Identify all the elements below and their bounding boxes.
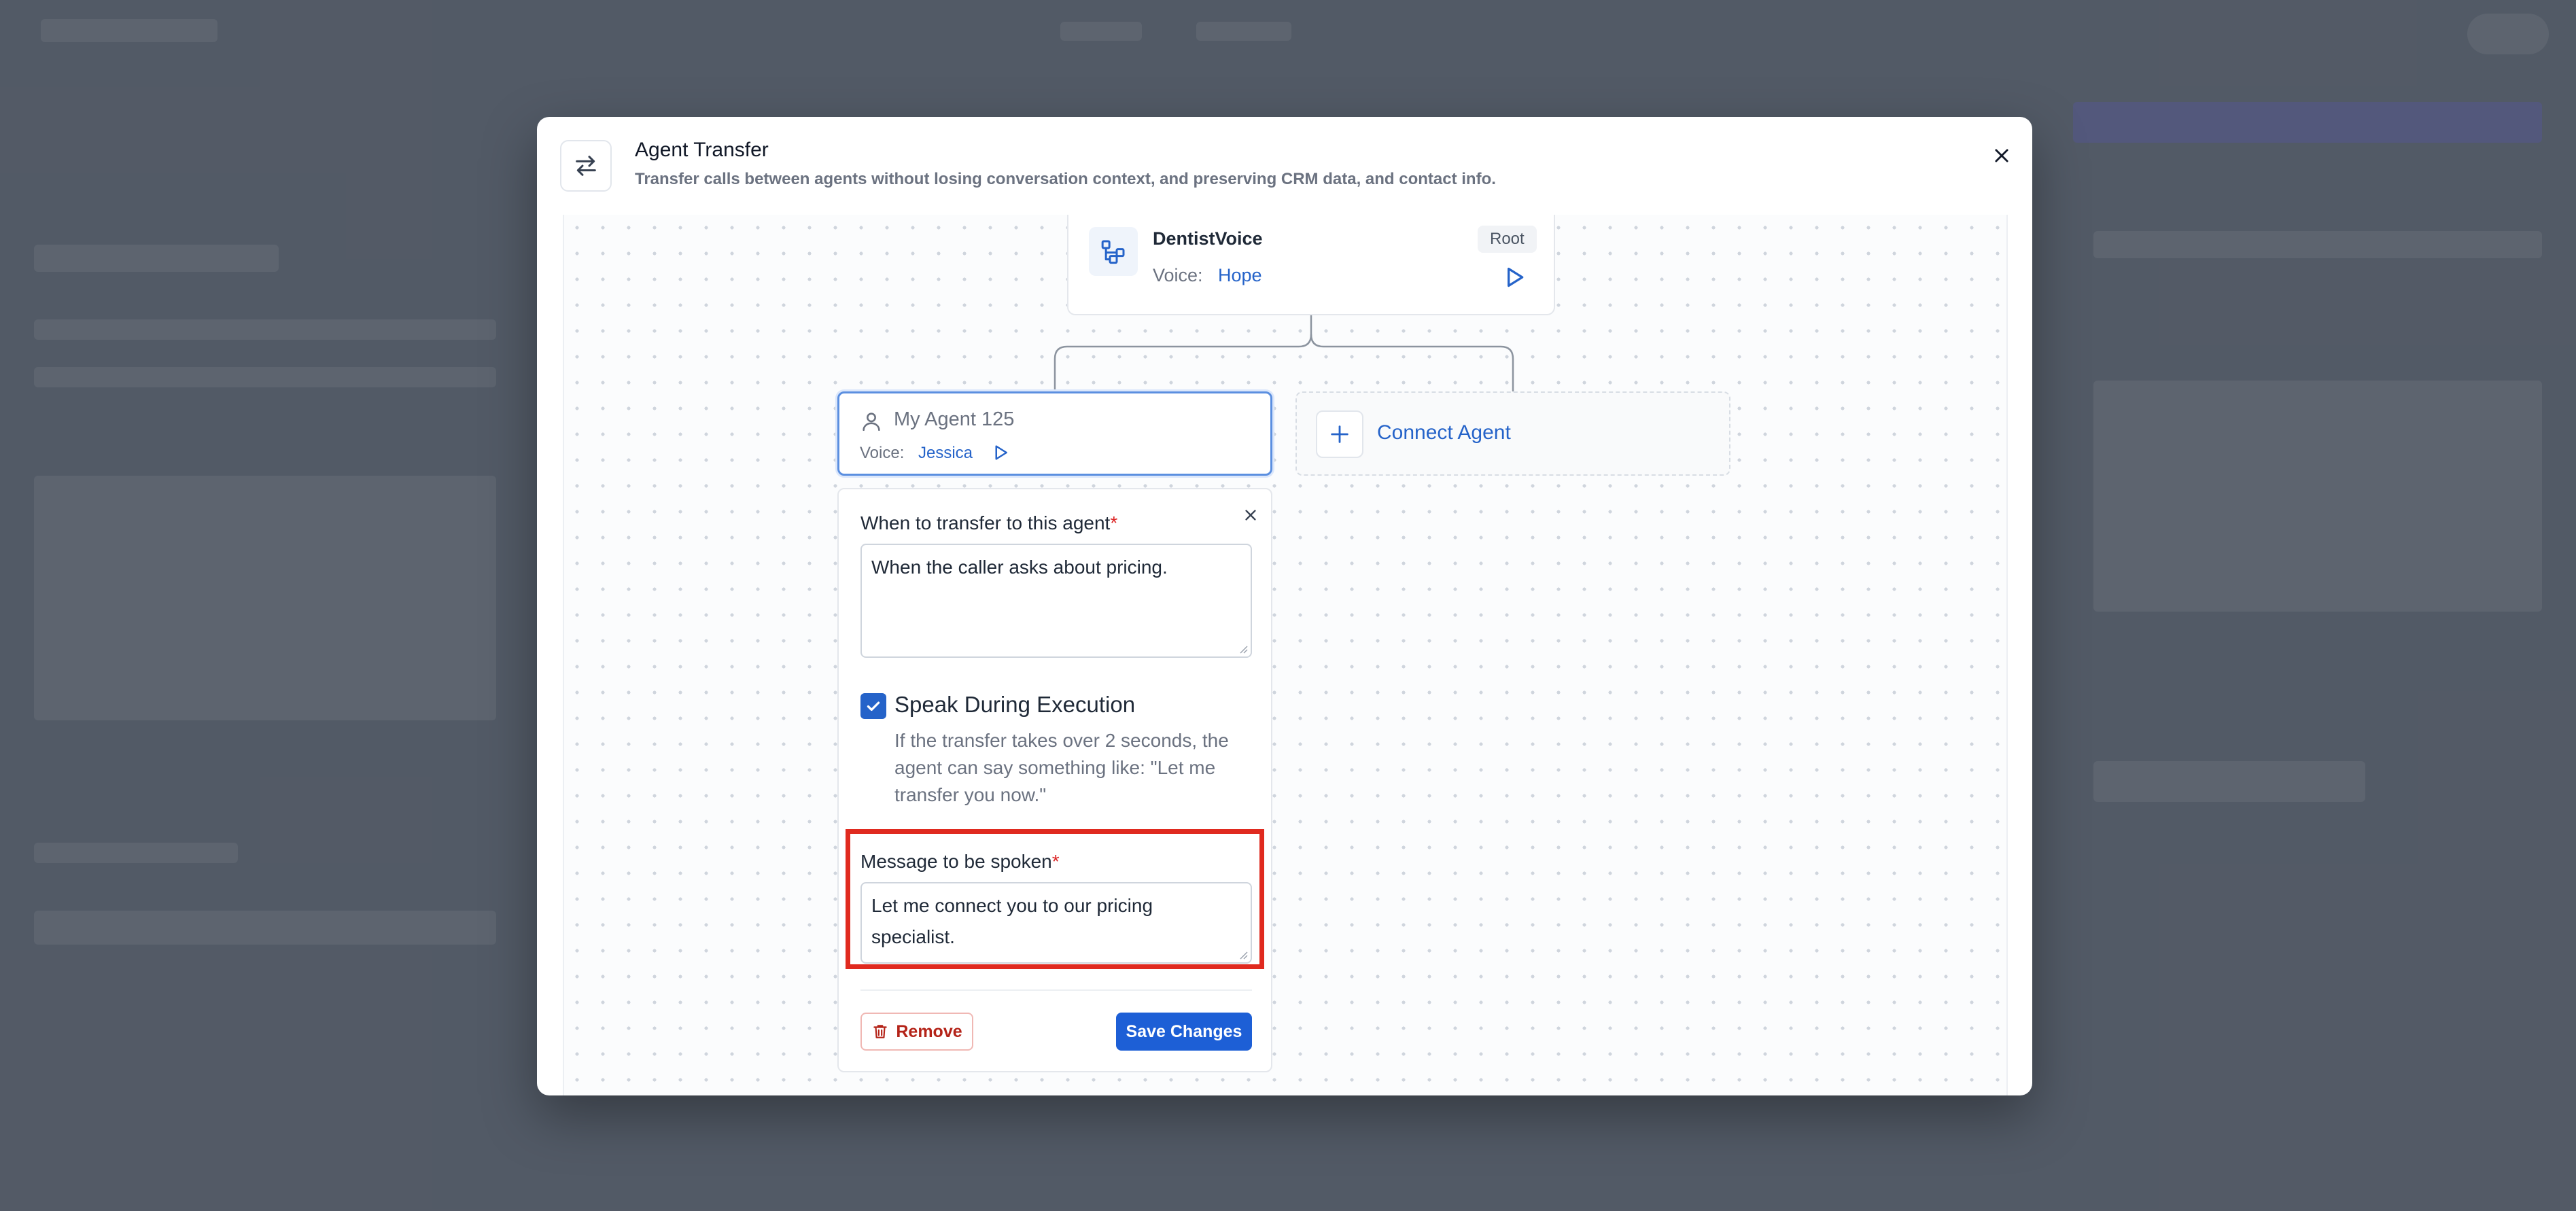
play-voice-icon[interactable] (1501, 264, 1528, 291)
message-to-be-spoken-label: Message to be spoken* (860, 851, 1060, 872)
root-voice-value[interactable]: Hope (1218, 265, 1262, 286)
connect-agent-button[interactable]: Connect Agent (1295, 391, 1730, 476)
remove-button-label: Remove (896, 1021, 962, 1041)
required-asterisk: * (1051, 851, 1060, 872)
close-icon (1245, 510, 1256, 521)
trash-icon (873, 1025, 888, 1038)
save-changes-button[interactable]: Save Changes (1116, 1013, 1252, 1051)
speak-during-execution-help: If the transfer takes over 2 seconds, th… (894, 730, 1229, 805)
connect-agent-label: Connect Agent (1377, 421, 1511, 444)
modal-subtitle: Transfer calls between agents without lo… (635, 170, 1496, 188)
message-to-be-spoken-input[interactable]: Let me connect you to our pricing specia… (860, 882, 1252, 964)
flow-tree-icon (1089, 227, 1138, 276)
root-badge: Root (1478, 226, 1537, 253)
user-icon (863, 413, 880, 432)
agent-transfer-modal: Agent Transfer Transfer calls between ag… (537, 117, 2032, 1095)
child-agent-node[interactable]: My Agent 125 Voice: Jessica (837, 391, 1272, 476)
root-agent-node[interactable]: DentistVoice Root Voice: Hope (1067, 215, 1555, 315)
speak-during-execution-checkbox[interactable] (860, 693, 886, 719)
arrows-swap-icon (560, 140, 612, 192)
child-agent-name: My Agent 125 (894, 408, 1015, 430)
divider (860, 989, 1252, 991)
remove-button[interactable]: Remove (860, 1013, 973, 1051)
when-to-transfer-input[interactable]: When the caller asks about pricing. (860, 544, 1252, 658)
modal-title: Agent Transfer (635, 139, 769, 161)
transfer-settings-panel: When to transfer to this agent* When the… (837, 488, 1272, 1072)
speak-during-execution-label[interactable]: Speak During Execution (894, 692, 1135, 718)
child-voice-value[interactable]: Jessica (918, 444, 973, 463)
checkmark-icon (867, 701, 880, 712)
close-icon (1995, 149, 2008, 162)
resize-handle-icon[interactable] (1237, 949, 1248, 960)
play-voice-icon[interactable] (990, 442, 1011, 463)
when-to-transfer-label: When to transfer to this agent* (860, 512, 1118, 533)
required-asterisk: * (1110, 512, 1118, 533)
child-voice-label: Voice: (860, 444, 905, 462)
resize-handle-icon[interactable] (1237, 643, 1248, 654)
close-panel-button[interactable] (1238, 503, 1263, 527)
root-voice-label: Voice: (1153, 265, 1203, 285)
root-agent-name: DentistVoice (1153, 228, 1263, 249)
modal-header: Agent Transfer Transfer calls between ag… (537, 117, 2032, 215)
agent-flow-canvas[interactable]: DentistVoice Root Voice: Hope My Agent 1… (563, 215, 2008, 1095)
plus-icon (1316, 410, 1363, 458)
close-modal-button[interactable] (1985, 139, 2019, 173)
